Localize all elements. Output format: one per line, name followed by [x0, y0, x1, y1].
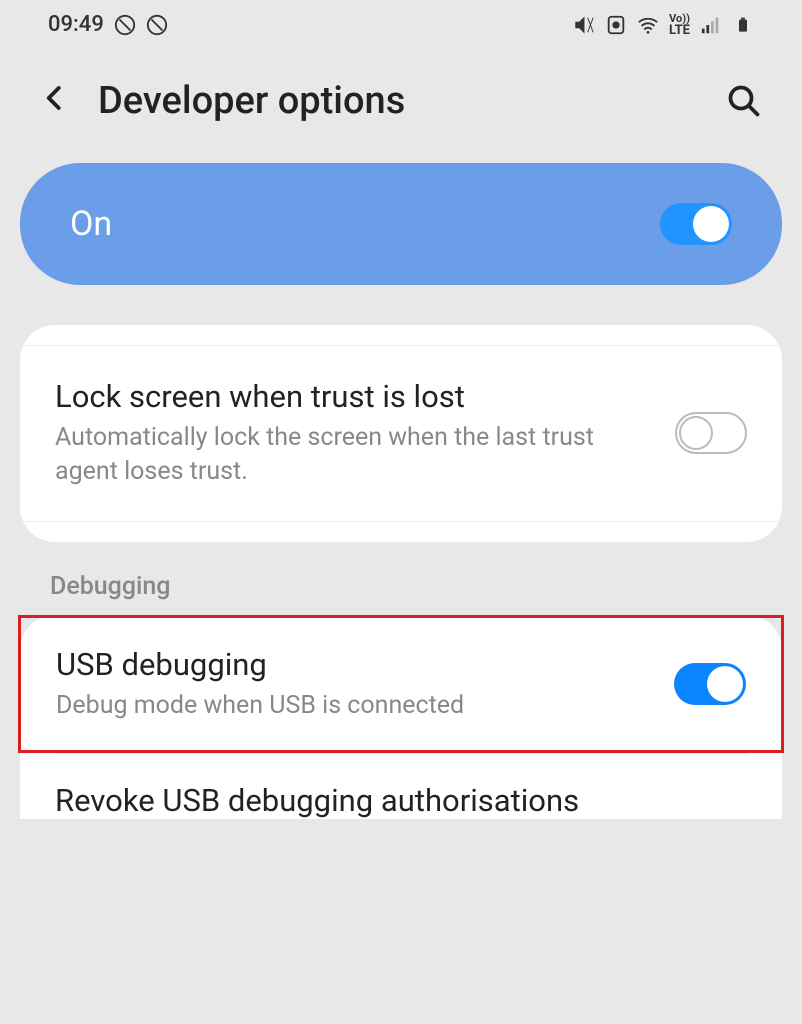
back-button[interactable]: [40, 80, 70, 122]
status-left: 09:49: [48, 12, 168, 37]
signal-icon: [700, 14, 722, 36]
notification-icon-1: [114, 14, 136, 36]
status-time: 09:49: [48, 12, 104, 37]
battery-icon: [732, 14, 754, 36]
lock-screen-trust-desc: Automatically lock the screen when the l…: [55, 421, 655, 489]
volte-icon: Vo)) LTE: [669, 13, 690, 37]
usb-debugging-toggle[interactable]: [674, 663, 746, 705]
search-button[interactable]: [726, 83, 762, 119]
lock-screen-trust-title: Lock screen when trust is lost: [55, 378, 655, 415]
usb-debugging-title: USB debugging: [56, 646, 654, 683]
debugging-section-label: Debugging: [0, 572, 802, 615]
usb-debugging-desc: Debug mode when USB is connected: [56, 689, 654, 723]
page-title: Developer options: [98, 79, 726, 123]
wifi-icon: [637, 14, 659, 36]
lock-screen-trust-toggle[interactable]: [675, 412, 747, 454]
trust-card: Lock screen when trust is lost Automatic…: [20, 325, 782, 542]
lte-label: LTE: [669, 23, 690, 38]
lock-screen-trust-row[interactable]: Lock screen when trust is lost Automatic…: [55, 378, 747, 489]
data-saver-icon: [605, 14, 627, 36]
status-right: Vo)) LTE: [573, 13, 754, 37]
master-toggle-switch[interactable]: [660, 203, 732, 245]
header: Developer options: [0, 49, 802, 163]
master-toggle-label: On: [70, 204, 112, 244]
debugging-card: USB debugging Debug mode when USB is con…: [20, 615, 782, 820]
notification-icon-2: [146, 14, 168, 36]
usb-debugging-row[interactable]: USB debugging Debug mode when USB is con…: [18, 615, 784, 754]
revoke-usb-title: Revoke USB debugging authorisations: [55, 782, 747, 819]
mute-vibrate-icon: [573, 14, 595, 36]
revoke-usb-row[interactable]: Revoke USB debugging authorisations: [20, 754, 782, 819]
status-bar: 09:49 Vo)) LTE: [0, 0, 802, 49]
master-toggle-card[interactable]: On: [20, 163, 782, 285]
